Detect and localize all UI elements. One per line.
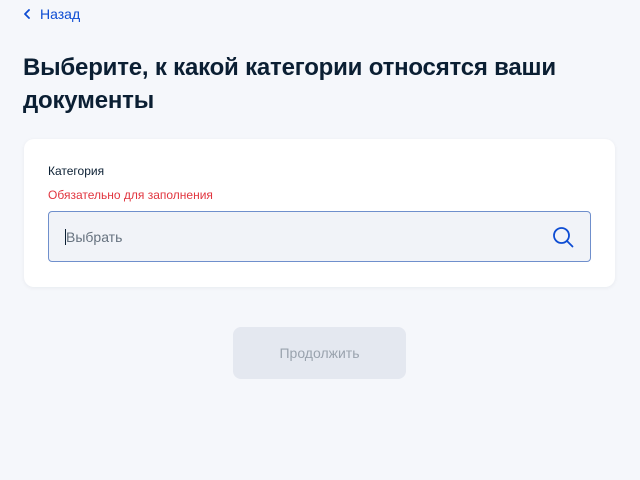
back-link-label: Назад	[40, 6, 81, 22]
continue-button[interactable]: Продолжить	[233, 327, 406, 379]
category-select[interactable]	[48, 211, 591, 262]
chevron-left-icon	[24, 9, 30, 19]
text-cursor	[65, 229, 66, 245]
category-search-input[interactable]	[49, 212, 551, 261]
back-link[interactable]: Назад	[23, 6, 80, 22]
search-icon[interactable]	[551, 225, 575, 249]
required-error-message: Обязательно для заполнения	[48, 188, 213, 202]
category-card: Категория Обязательно для заполнения	[24, 139, 615, 287]
page-title: Выберите, к какой категории относятся ва…	[23, 54, 556, 114]
category-label: Категория	[48, 164, 105, 178]
